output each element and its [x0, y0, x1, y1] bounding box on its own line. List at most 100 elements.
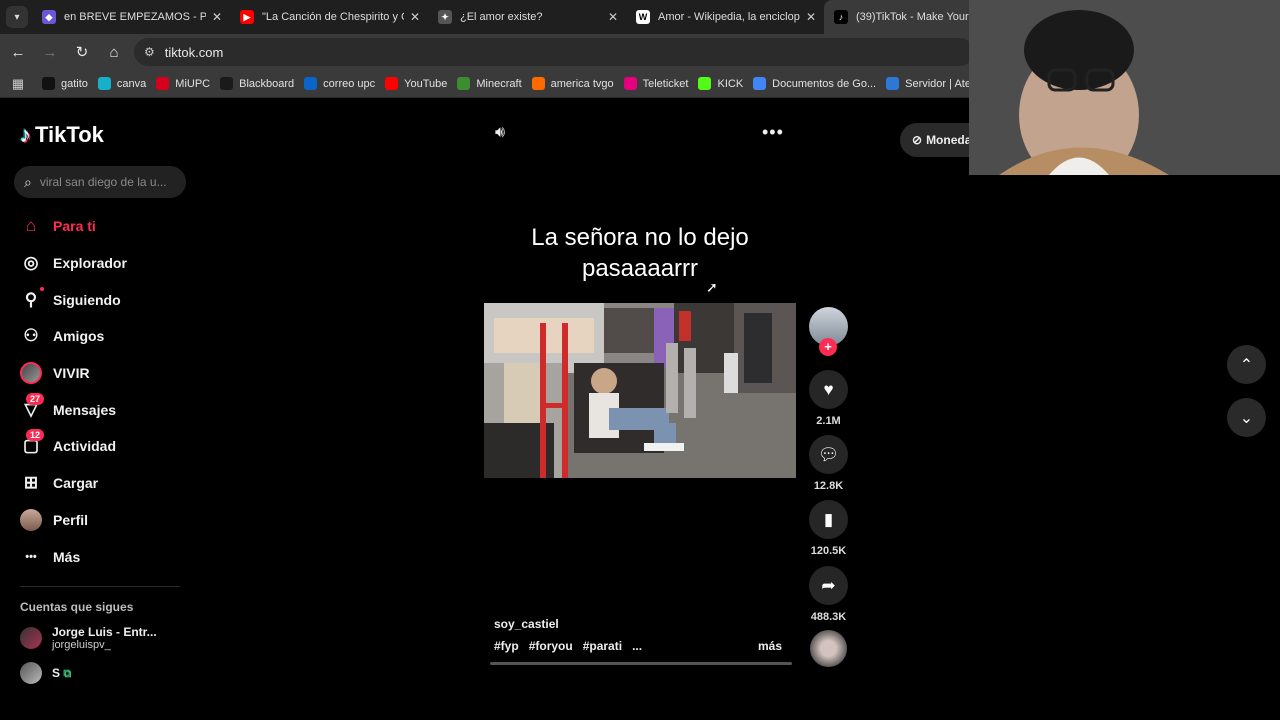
sidebar-item-parati[interactable]: ⌂ Para ti	[20, 208, 190, 245]
bookmark-item[interactable]: correo upc	[304, 77, 375, 90]
home-icon: ⌂	[25, 216, 37, 236]
sidebar-item-label: Siguiendo	[53, 291, 121, 308]
video-player[interactable]	[484, 303, 796, 478]
sidebar-item-cargar[interactable]: ⊞ Cargar	[20, 465, 190, 502]
friends-icon: ⚇	[23, 326, 39, 346]
tab-favicon-icon: ◆	[42, 10, 56, 24]
sidebar-item-amigos[interactable]: ⚇ Amigos	[20, 318, 190, 355]
bookmark-item[interactable]: Documentos de Go...	[753, 77, 876, 90]
bookmark-item[interactable]: Teleticket	[623, 77, 689, 90]
following-name: S ⧉	[52, 666, 71, 681]
tab-favicon-icon: W	[636, 10, 650, 24]
bookmark-label: Teleticket	[642, 77, 689, 90]
following-account-jorge[interactable]: Jorge Luis - Entr... jorgeluispv_	[20, 625, 157, 651]
bookmark-icon[interactable]: ▮	[809, 500, 848, 539]
close-icon[interactable]: ✕	[410, 10, 420, 24]
browser-tab[interactable]: ▶ "La Canción de Chespirito y Gra ✕	[230, 0, 428, 34]
sidebar-item-label: Perfil	[53, 511, 89, 528]
tiktok-logo[interactable]: ♪ TikTok	[20, 122, 104, 148]
avatar	[20, 627, 42, 649]
bookmark-label: YouTube	[404, 77, 448, 90]
apps-grid-icon[interactable]: ▦	[4, 76, 32, 92]
following-account-s[interactable]: S ⧉	[20, 662, 71, 684]
close-icon[interactable]: ✕	[608, 10, 618, 24]
bookmark-item[interactable]: gatito	[42, 77, 88, 90]
sidebar-menu: ⌂ Para ti ◎ Explorador ⚲ Siguiendo ⚇ Amigos VIVI…	[20, 208, 190, 575]
sidebar-item-label: Amigos	[53, 328, 105, 345]
inbox-icon: ▽ 27	[20, 392, 45, 421]
hashtag[interactable]: #foryou	[529, 639, 573, 653]
close-icon[interactable]: ✕	[806, 10, 816, 24]
sidebar-item-siguiendo[interactable]: ⚲ Siguiendo	[20, 281, 190, 318]
heart-icon[interactable]: ♥	[809, 370, 848, 409]
hashtag[interactable]: #parati	[583, 639, 622, 653]
browser-tab[interactable]: ✦ ¿El amor existe? ✕	[428, 0, 626, 34]
verified-icon: ⧉	[63, 667, 72, 680]
share-icon[interactable]: ➦	[809, 566, 848, 605]
tab-title: "La Canción de Chespirito y Gra	[262, 11, 404, 23]
hashtag-list: #fyp #foryou #parati ...	[494, 639, 642, 653]
tiktok-logo-text: TikTok	[35, 122, 104, 147]
sidebar-item-explorador[interactable]: ◎ Explorador	[20, 245, 190, 282]
coins-label: Moneda	[926, 133, 972, 147]
video-progress-bar[interactable]	[490, 662, 792, 665]
sidebar-item-mensajes[interactable]: ▽ 27 Mensajes	[20, 391, 190, 428]
tab-search-dropdown-icon[interactable]: ▾	[6, 6, 28, 28]
address-bar[interactable]: ⚙ tiktok.com	[134, 38, 974, 66]
comment-action: 💬︎ 12.8K	[809, 435, 848, 492]
tab-title: Amor - Wikipedia, la enciclope	[658, 11, 800, 23]
follow-plus-button[interactable]: +	[819, 338, 837, 356]
back-button[interactable]: ←	[4, 38, 32, 66]
like-action: ♥ 2.1M	[809, 370, 848, 427]
more-caption-button[interactable]: más	[758, 639, 782, 653]
tab-favicon-icon: ✦	[438, 10, 452, 24]
bookmark-item[interactable]: america tvgo	[531, 77, 614, 90]
next-video-button[interactable]: ⌄	[1227, 398, 1266, 437]
sidebar-item-actividad[interactable]: ▢ 12 Actividad	[20, 428, 190, 465]
bookmark-item[interactable]: YouTube	[385, 77, 447, 90]
volume-icon[interactable]: 🔊︎	[495, 124, 505, 142]
save-count: 120.5K	[810, 545, 847, 557]
bookmark-label: Documentos de Go...	[772, 77, 877, 90]
search-placeholder: viral san diego de la u...	[39, 175, 167, 189]
bookmark-item[interactable]: Minecraft	[457, 77, 522, 90]
sidebar-item-label: Para ti	[53, 218, 96, 235]
sidebar-item-perfil[interactable]: Perfil	[20, 502, 190, 539]
share-action: ➦ 488.3K	[809, 566, 848, 623]
previous-video-button[interactable]: ⌃	[1227, 345, 1266, 384]
sidebar-item-vivir[interactable]: VIVIR	[20, 355, 190, 392]
home-button[interactable]: ⌂	[100, 38, 128, 66]
bookmark-favicon-icon	[304, 77, 318, 90]
bookmark-label: correo upc	[323, 77, 376, 90]
bookmark-item[interactable]: Blackboard	[220, 77, 294, 90]
tab-title: ¿El amor existe?	[460, 11, 543, 23]
bookmark-label: gatito	[61, 77, 88, 90]
site-info-icon[interactable]: ⚙	[144, 45, 155, 59]
bookmark-item[interactable]: KICK	[698, 77, 743, 90]
bookmark-item[interactable]: canva	[97, 77, 146, 90]
close-icon[interactable]: ✕	[212, 10, 222, 24]
hashtag[interactable]: #fyp	[494, 639, 519, 653]
reload-button[interactable]: ↻	[68, 38, 96, 66]
comment-icon[interactable]: 💬︎	[809, 435, 848, 474]
video-author[interactable]: soy_castiel	[494, 617, 559, 631]
sidebar-item-ms[interactable]: ••• Más	[20, 538, 190, 575]
bookmark-label: KICK	[717, 77, 744, 90]
music-disc-avatar[interactable]	[810, 630, 847, 667]
bookmark-favicon-icon	[886, 77, 900, 90]
live-avatar-icon	[20, 362, 42, 385]
bookmark-favicon-icon	[220, 77, 234, 90]
search-input[interactable]: ⌕ viral san diego de la u...	[14, 166, 186, 198]
more-options-icon[interactable]: •••	[762, 122, 784, 143]
url-text: tiktok.com	[164, 44, 224, 60]
browser-tab[interactable]: ◆ en BREVE EMPEZAMOS - Pizarr ✕	[32, 0, 230, 34]
upload-icon: ⊞	[23, 473, 39, 493]
notification-badge: 27	[26, 392, 45, 405]
tab-title: en BREVE EMPEZAMOS - Pizarr	[64, 11, 206, 23]
bookmark-item[interactable]: MiUPC	[156, 77, 210, 90]
forward-button[interactable]: →	[36, 38, 64, 66]
person-icon: ⚲	[20, 286, 44, 311]
browser-tab[interactable]: W Amor - Wikipedia, la enciclope ✕	[626, 0, 824, 34]
share-count: 488.3K	[810, 611, 847, 623]
chevron-down-icon: ⌄	[1239, 409, 1254, 427]
